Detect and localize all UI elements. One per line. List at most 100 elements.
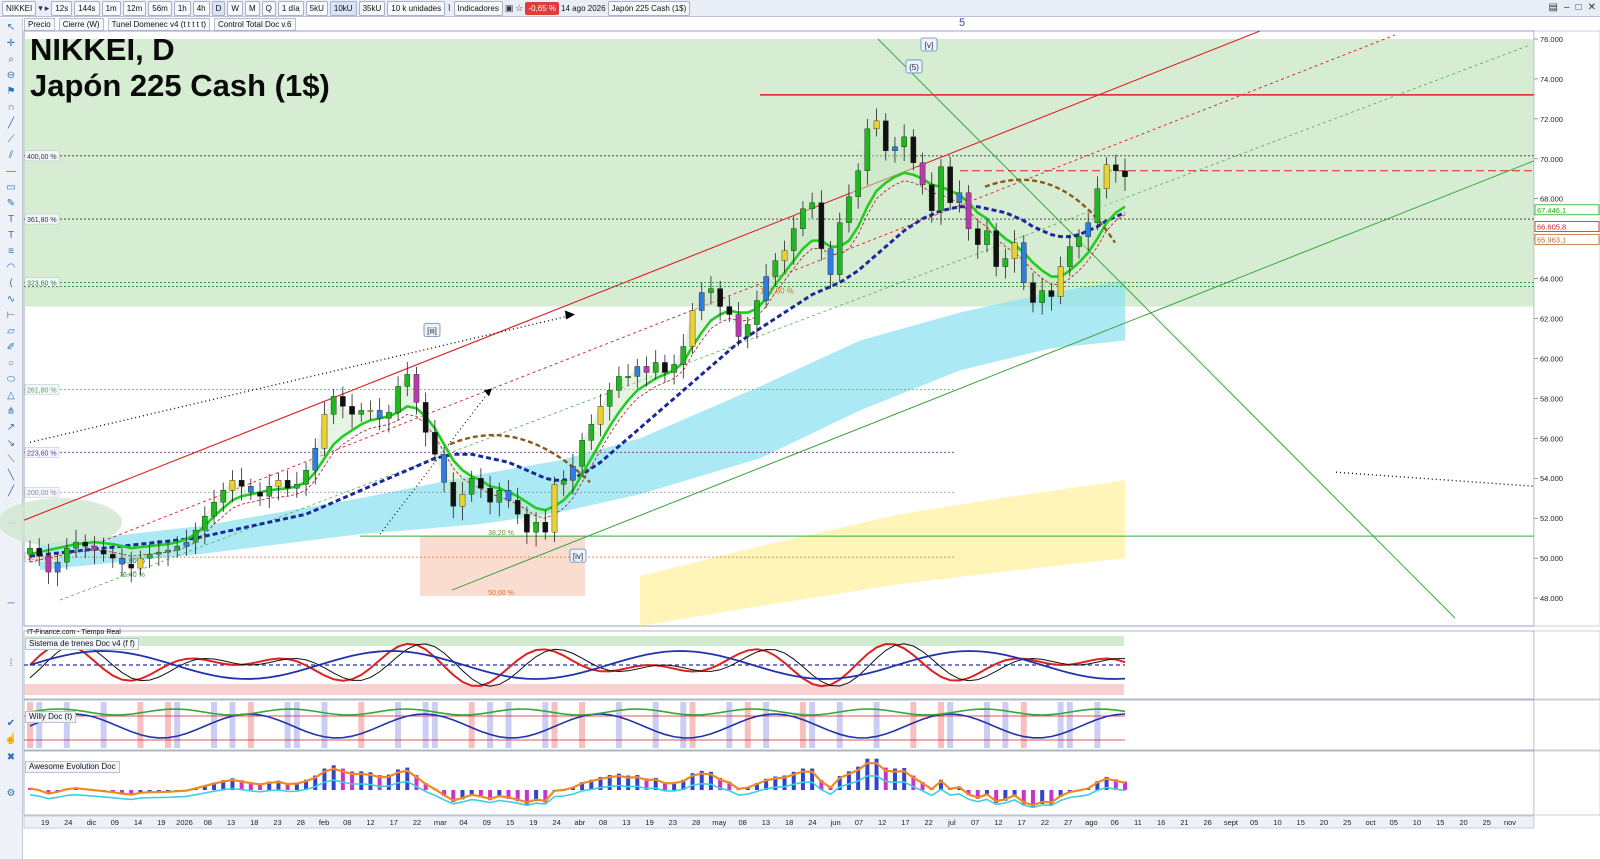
pitchfork-icon[interactable]: ⋔ [4, 406, 18, 418]
green-line-icon[interactable]: ─ [4, 518, 18, 530]
candle-body [1057, 266, 1064, 297]
timeframe-144s[interactable]: 144s [74, 0, 100, 16]
arc-icon[interactable]: ◠ [4, 262, 18, 274]
red-line-icon[interactable]: ╱ [4, 486, 18, 498]
candle [956, 180, 963, 213]
star-icon[interactable]: ☆ [515, 3, 523, 14]
fan-icon[interactable]: ⟨ [4, 278, 18, 290]
candle-body [974, 228, 981, 245]
arrow-down-icon[interactable]: ↘ [4, 438, 18, 450]
time-tick-label: 08 [738, 818, 746, 827]
willy-band [1020, 702, 1027, 748]
minimize-icon[interactable]: – [1564, 2, 1570, 13]
timeframe-m[interactable]: M [244, 0, 260, 16]
candle-body [809, 202, 815, 209]
timeframe-1h[interactable]: 1h [173, 0, 191, 16]
price-chart[interactable]: 400,00 % 361,80 % 323,60 % 261,80 % 223,60 %… [0, 0, 1600, 859]
time-tick-label: 08 [204, 818, 212, 827]
symbol-selector[interactable]: NIKKEI [2, 0, 37, 16]
channel-icon[interactable]: ⫽ [4, 150, 18, 162]
awesome-bar [810, 768, 815, 790]
ruler-icon[interactable]: ▱ [4, 326, 18, 338]
red-trendline [23, 30, 1261, 521]
tag-icon[interactable]: T [4, 230, 18, 242]
awesome-pane-title[interactable]: Awesome Evolution Doc [25, 761, 120, 773]
size-35ku[interactable]: 35kU [358, 0, 386, 16]
time-axis [23, 815, 1535, 829]
tunel-domenec-toggle[interactable]: Tunel Domenec v4 (t t t t t) [107, 17, 210, 31]
pointer-icon[interactable]: ↖ [4, 22, 18, 34]
zoom-icon[interactable]: ⌕ [4, 54, 18, 66]
arrow-up-icon[interactable]: ↗ [4, 422, 18, 434]
trendline-icon[interactable]: ╱ [4, 118, 18, 130]
hline-icon[interactable]: — [4, 166, 18, 178]
willy-pane-title[interactable]: Willy Doc (t) [25, 711, 77, 723]
text-icon[interactable]: T [4, 214, 18, 226]
size-5ku[interactable]: 5kU [305, 0, 328, 16]
indicators-button[interactable]: Indicadores [453, 0, 503, 16]
line-tool-icon[interactable]: ╲ [4, 470, 18, 482]
measure-icon[interactable]: ⊢ [4, 310, 18, 322]
fib-level-tag [24, 384, 60, 395]
triangle-icon[interactable]: △ [4, 390, 18, 402]
awesome-bar [110, 790, 115, 793]
crosshair-icon[interactable]: ✛ [4, 38, 18, 50]
maximize-icon[interactable]: □ [1576, 2, 1582, 13]
candle-body [910, 136, 917, 163]
thumb-icon[interactable]: ☝ [4, 734, 18, 746]
willy-band [947, 702, 954, 748]
awesome-bar [1076, 790, 1081, 791]
blue-line-icon[interactable]: ─ [4, 598, 18, 610]
pencil-icon[interactable]: ✐ [4, 342, 18, 354]
period-selector[interactable]: 1 día [277, 0, 304, 16]
rectangle-icon[interactable]: ▭ [4, 182, 18, 194]
timeframe-56m[interactable]: 56m [148, 0, 172, 16]
indicators-icon[interactable]: ⌇ [447, 3, 451, 14]
magnet-icon[interactable]: ∩ [4, 102, 18, 114]
price-tick-label: 60.000 [1540, 354, 1563, 363]
chevron-down-icon[interactable]: ▾ [38, 3, 43, 14]
awesome-bar [745, 787, 750, 790]
candle [459, 481, 466, 521]
time-tick-label: 14 [134, 818, 142, 827]
layout-icon[interactable]: ▤ [1549, 2, 1558, 13]
timeframe-12s[interactable]: 12s [51, 0, 73, 16]
candle-body [606, 390, 613, 407]
candle [984, 218, 990, 253]
price-toggle[interactable]: Precio [24, 17, 55, 31]
time-tick-label: nov [1504, 818, 1516, 827]
alert-icon[interactable]: ⚑ [4, 86, 18, 98]
settings-icon[interactable]: ⚙ [4, 788, 18, 800]
close-icon[interactable]: ✕ [1588, 2, 1596, 13]
timeframe-1m[interactable]: 1m [101, 0, 121, 16]
ray-icon[interactable]: ⟋ [4, 134, 18, 146]
willy-band [174, 702, 181, 748]
fib-icon[interactable]: ≡ [4, 246, 18, 258]
delete-icon[interactable]: ✖ [4, 752, 18, 764]
units-selector[interactable]: 10 k unidades [387, 0, 446, 16]
candle-body [938, 166, 944, 211]
timeframe-d[interactable]: D [211, 0, 226, 16]
zoom-out-icon[interactable]: ⊖ [4, 70, 18, 82]
timeframe-q[interactable]: Q [261, 0, 276, 16]
circle-icon[interactable]: ○ [4, 358, 18, 370]
size-10ku[interactable]: 10kU [329, 0, 357, 16]
time-tick-label: 13 [762, 818, 770, 827]
cursor-icon[interactable]: ▸ [45, 3, 50, 14]
awesome-pane-axis [1533, 750, 1600, 816]
slash-icon[interactable]: ⟍ [4, 454, 18, 466]
timeframe-w[interactable]: W [227, 0, 243, 16]
wave-icon[interactable]: ∿ [4, 294, 18, 306]
pen-icon[interactable]: ✎ [4, 198, 18, 210]
candle [45, 543, 52, 585]
control-total-toggle[interactable]: Control Total Doc v.6 [213, 17, 296, 31]
timeframe-4h[interactable]: 4h [192, 0, 210, 16]
check-icon[interactable]: ✔ [4, 718, 18, 730]
ellipse-icon[interactable]: ⬭ [4, 374, 18, 386]
awesome-bar [294, 782, 299, 790]
grid-icon[interactable]: ⁞ [4, 658, 18, 670]
timeframe-12m[interactable]: 12m [122, 0, 147, 16]
trains-pane-title[interactable]: Sistema de trenes Doc v4 (f f) [25, 638, 139, 650]
lock-icon[interactable]: ▣ [505, 3, 514, 14]
close-weekly-toggle[interactable]: Cierre (W) [58, 17, 104, 31]
